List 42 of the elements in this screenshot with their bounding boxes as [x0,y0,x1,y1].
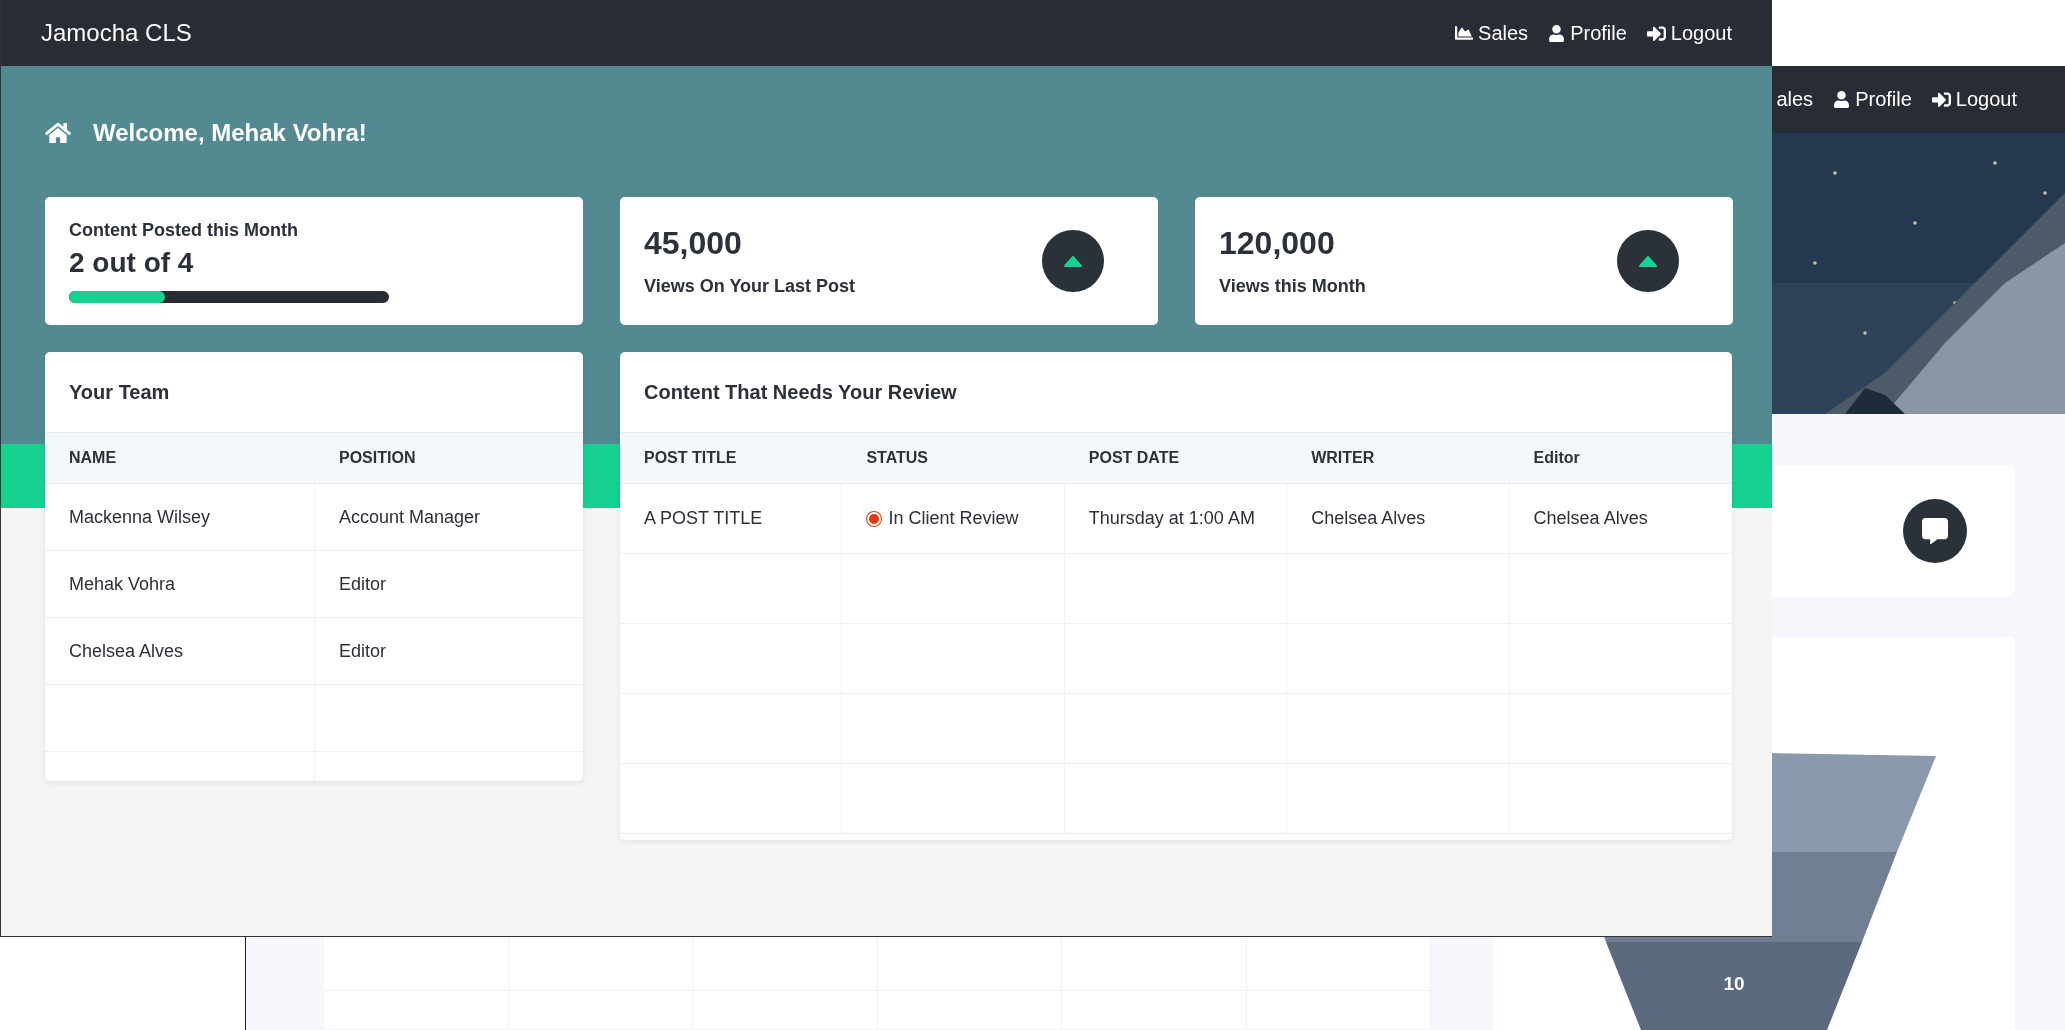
column-header: STATUS [842,433,1065,484]
chart-icon [1455,24,1474,42]
nav-link[interactable]: Profile [1833,88,1912,111]
user-icon [1548,24,1566,42]
stat-label: Content Posted this Month [69,219,299,241]
stat-label: Views this Month [1219,276,1366,297]
user-icon [1833,91,1851,108]
stat-label: Views On Your Last Post [644,276,856,297]
table-cell: A POST TITLE [620,484,843,554]
column-header: POST TITLE [620,433,843,484]
column-header: POST DATE [1064,433,1288,484]
nav-link[interactable]: Sales [1455,21,1529,45]
sign-in-icon [1931,90,1951,109]
welcome-heading: Welcome, Mehak Vohra! [93,119,367,147]
column-header: Editor [1509,433,1732,484]
table-cell: Thursday at 1:00 AM [1064,484,1288,554]
table-cell: Editor [315,551,583,618]
table-cell: Mehak Vohra [45,551,315,618]
nav-link[interactable]: ales [1776,88,1814,111]
stat-value: 2 out of 4 [69,246,195,279]
funnel-value-label: 10 [1723,973,1745,994]
column-header: WRITER [1287,433,1510,484]
nav-link[interactable]: Logout [1931,88,2017,111]
table-cell: Account Manager [315,484,583,551]
nav-link[interactable]: Logout [1646,21,1732,45]
brand-title: Jamocha CLS [41,19,192,47]
stat-value: 45,000 [644,225,743,262]
status-label: In Client Review [888,508,1019,529]
stat-value: 120,000 [1219,225,1336,262]
caret-up-icon [1638,255,1658,267]
table-cell: Chelsea Alves [1509,484,1732,554]
table-cell: Editor [315,618,583,685]
chat-icon [1922,518,1948,544]
nav-link[interactable]: Profile [1548,21,1627,45]
caret-up-icon [1063,255,1083,267]
home-icon [45,120,71,146]
column-header: POSITION [315,433,583,484]
table-cell: Chelsea Alves [1287,484,1510,554]
sign-in-icon [1646,23,1666,43]
column-header: NAME [45,433,315,484]
table-cell: Mackenna Wilsey [45,484,315,551]
table-cell: Chelsea Alves [45,618,315,685]
